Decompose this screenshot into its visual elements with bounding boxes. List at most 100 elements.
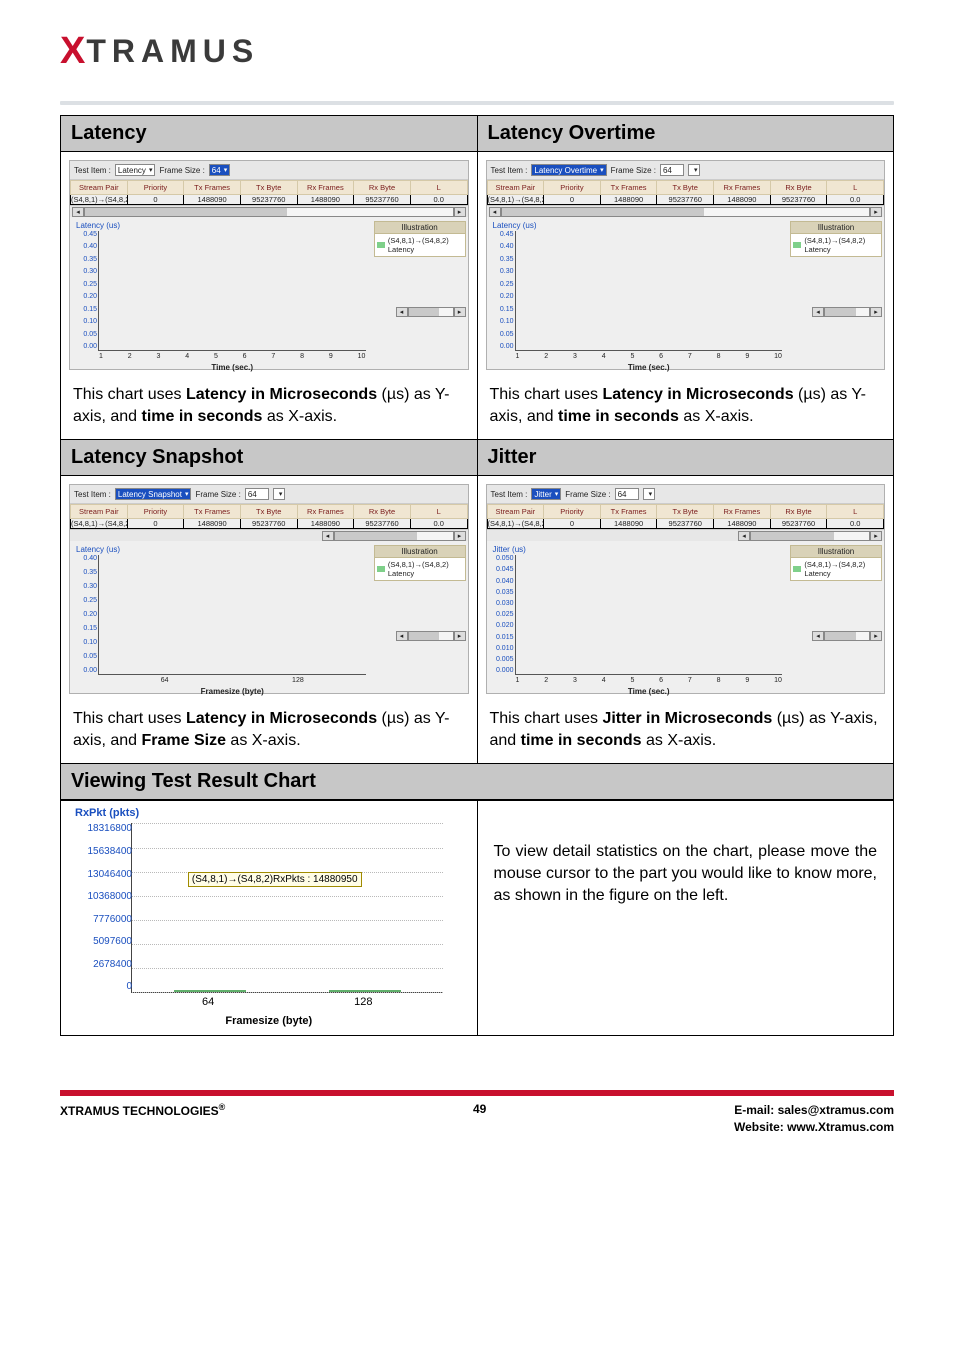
- legend-header: Illustration: [374, 545, 466, 558]
- scroll-right-icon[interactable]: ▸: [870, 207, 882, 217]
- caret-down-icon: ▾: [555, 490, 559, 498]
- scroll-right-icon[interactable]: ▸: [454, 631, 466, 641]
- bar-128[interactable]: [329, 990, 401, 992]
- label-testitem: Test Item :: [491, 166, 528, 175]
- cell: 95237760: [240, 195, 297, 205]
- caret-down-icon: ▾: [600, 166, 604, 174]
- cell: (S4,8,1)→(S4,8,2): [71, 195, 128, 205]
- chart-ylabel: Latency (us): [493, 221, 787, 230]
- label-testitem: Test Item :: [74, 490, 111, 499]
- cell: 95237760: [354, 195, 411, 205]
- cell: 95237760: [770, 519, 827, 529]
- scroll-right-icon[interactable]: ▸: [454, 531, 466, 541]
- scroll-right-icon[interactable]: ▸: [870, 631, 882, 641]
- col-header: Tx Frames: [184, 505, 241, 519]
- scroll-left-icon[interactable]: ◂: [489, 207, 501, 217]
- scroll-right-icon[interactable]: ▸: [454, 207, 466, 217]
- col-header: Tx Byte: [240, 505, 297, 519]
- col-header: Rx Frames: [714, 181, 771, 195]
- label-framesize: Frame Size :: [195, 490, 240, 499]
- cell: 1488090: [714, 195, 771, 205]
- cell: 1488090: [297, 195, 354, 205]
- input-framesize[interactable]: 64: [615, 488, 639, 500]
- input-framesize[interactable]: 64: [245, 488, 269, 500]
- rxpkt-chart-panel: RxPkt (pkts) 183168001563840013046400103…: [61, 801, 477, 1035]
- legend-header: Illustration: [374, 221, 466, 234]
- panel-overtime: Test Item : Latency Overtime▾ Frame Size…: [486, 160, 886, 370]
- chart-xlabel: Framesize (byte): [99, 687, 366, 696]
- chart-xlabel: Time (sec.): [99, 363, 366, 372]
- chart-xlabel: Time (sec.): [516, 363, 783, 372]
- h-scrollbar[interactable]: ◂▸: [70, 529, 468, 541]
- scroll-left-icon[interactable]: ◂: [72, 207, 84, 217]
- select-framesize[interactable]: 64▾: [209, 164, 230, 176]
- chart-tooltip: (S4,8,1)→(S4,8,2)RxPkts : 14880950: [188, 872, 362, 887]
- cell: 95237760: [354, 519, 411, 529]
- input-framesize[interactable]: 64: [660, 164, 684, 176]
- select-testitem[interactable]: Latency Overtime▾: [531, 164, 606, 176]
- select-testitem[interactable]: Jitter▾: [531, 488, 561, 500]
- label-framesize: Frame Size :: [611, 166, 656, 175]
- col-header: Priority: [127, 505, 184, 519]
- scroll-right-icon[interactable]: ▸: [454, 307, 466, 317]
- col-header: Priority: [127, 181, 184, 195]
- scroll-left-icon[interactable]: ◂: [812, 307, 824, 317]
- h-scrollbar[interactable]: ◂▸: [487, 529, 885, 541]
- data-table: Stream PairPriorityTx FramesTx ByteRx Fr…: [487, 180, 885, 205]
- header-overtime: Latency Overtime: [478, 116, 894, 152]
- caret-down-icon: ▾: [149, 166, 153, 174]
- col-header: Tx Byte: [657, 505, 714, 519]
- scroll-right-icon[interactable]: ▸: [870, 307, 882, 317]
- cell: 1488090: [184, 519, 241, 529]
- data-table: Stream PairPriorityTx FramesTx ByteRx Fr…: [487, 504, 885, 529]
- cell: 95237760: [240, 519, 297, 529]
- bar-64[interactable]: [174, 990, 246, 992]
- h-scrollbar[interactable]: ◂▸: [487, 205, 885, 217]
- panel-latency: Test Item : Latency▾ Frame Size : 64▾ St…: [69, 160, 469, 370]
- cell: 0.0: [827, 519, 884, 529]
- select-testitem[interactable]: Latency▾: [115, 164, 156, 176]
- col-header: L: [410, 505, 467, 519]
- rxpkt-ylabel: RxPkt (pkts): [75, 807, 463, 819]
- divider: [60, 101, 894, 105]
- desc-jitter: This chart uses Jitter in Microseconds (…: [478, 698, 894, 763]
- col-header: Stream Pair: [71, 505, 128, 519]
- footer-divider: [60, 1090, 894, 1096]
- scroll-right-icon[interactable]: ▸: [870, 531, 882, 541]
- col-header: Stream Pair: [487, 505, 544, 519]
- legend-header: Illustration: [790, 221, 882, 234]
- content-grid: Latency Test Item : Latency▾ Frame Size …: [60, 115, 894, 1036]
- cell: 0.0: [410, 519, 467, 529]
- col-header: Rx Byte: [770, 181, 827, 195]
- desc-snapshot: This chart uses Latency in Microseconds …: [61, 698, 477, 763]
- scroll-left-icon[interactable]: ◂: [396, 631, 408, 641]
- h-scrollbar[interactable]: ◂▸: [70, 205, 468, 217]
- desc-viewing: To view detail statistics on the chart, …: [478, 801, 894, 946]
- cell: 0: [127, 519, 184, 529]
- cell: 95237760: [770, 195, 827, 205]
- rxpkt-xlabel: Framesize (byte): [75, 1015, 463, 1027]
- col-header: Rx Frames: [297, 181, 354, 195]
- col-header: L: [827, 181, 884, 195]
- cell: (S4,8,1)→(S4,8,2): [487, 195, 544, 205]
- select-framesize-caret[interactable]: ▾: [273, 488, 286, 500]
- legend-swatch: [377, 242, 385, 248]
- scroll-left-icon[interactable]: ◂: [396, 307, 408, 317]
- cell: 95237760: [657, 195, 714, 205]
- data-table: Stream PairPriorityTx FramesTx ByteRx Fr…: [70, 180, 468, 205]
- select-framesize-caret[interactable]: ▾: [688, 164, 701, 176]
- footer-contact: E-mail: sales@xtramus.com Website: www.X…: [734, 1102, 894, 1134]
- cell: 1488090: [714, 519, 771, 529]
- scroll-left-icon[interactable]: ◂: [322, 531, 334, 541]
- chart-ylabel: Latency (us): [76, 545, 370, 554]
- cell: 95237760: [657, 519, 714, 529]
- scroll-left-icon[interactable]: ◂: [812, 631, 824, 641]
- col-header: Rx Frames: [297, 505, 354, 519]
- select-framesize-caret[interactable]: ▾: [643, 488, 656, 500]
- select-testitem[interactable]: Latency Snapshot▾: [115, 488, 192, 500]
- caret-down-icon: ▾: [185, 490, 189, 498]
- scroll-left-icon[interactable]: ◂: [738, 531, 750, 541]
- chart-ylabel: Jitter (us): [493, 545, 787, 554]
- chart-ylabel: Latency (us): [76, 221, 370, 230]
- col-header: Priority: [544, 505, 601, 519]
